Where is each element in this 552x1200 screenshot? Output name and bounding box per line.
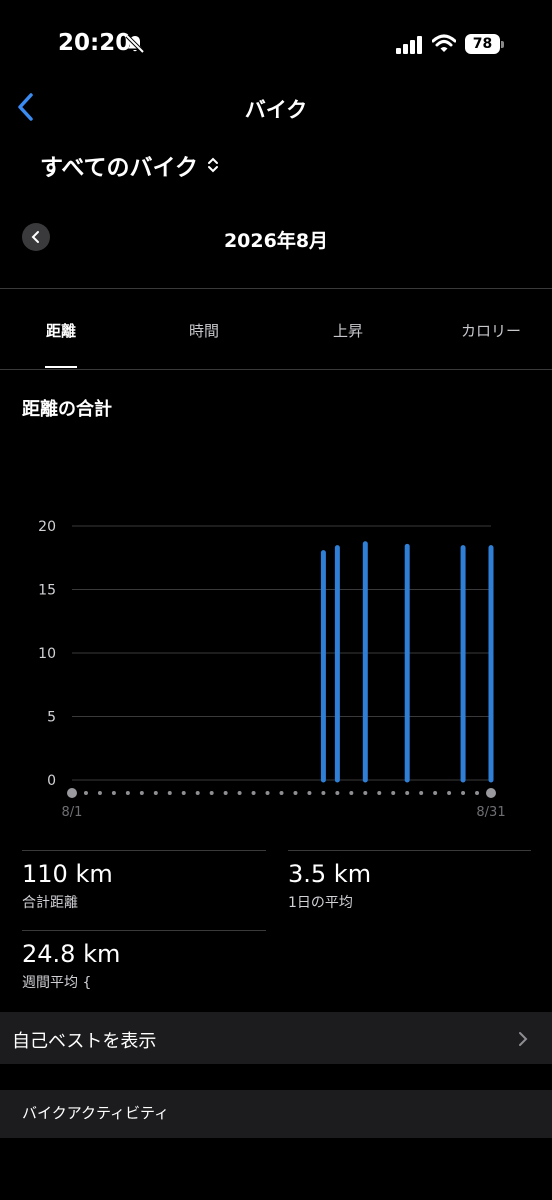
day-dot [447, 791, 452, 795]
bell-slash-icon [125, 34, 145, 54]
bike-activity-label: バイクアクティビティ [22, 1104, 170, 1122]
day-dot [391, 791, 396, 795]
battery-icon: 78 [465, 34, 505, 54]
day-dot [153, 791, 158, 795]
stat-divider [22, 930, 266, 931]
divider [0, 288, 552, 289]
battery-level: 78 [465, 34, 500, 54]
distance-chart: 0 5 10 15 20 8/1 8/31 [38, 519, 505, 820]
y-tick-label: 10 [38, 646, 56, 662]
bike-selector-label: すべてのバイク [40, 155, 199, 181]
stat-label: 合計距離 [22, 895, 78, 911]
month-navigator: 2026年8月 [0, 218, 552, 258]
day-dot [209, 791, 214, 795]
tab-indicator [45, 366, 77, 368]
status-time: 20:20 [58, 30, 132, 56]
battery-tip [501, 41, 504, 48]
day-dot [97, 791, 102, 795]
day-dot [181, 791, 186, 795]
tab-distance[interactable]: 距離 [1, 320, 121, 341]
day-dot [293, 791, 298, 795]
signal-icon [396, 36, 422, 54]
personal-best-row[interactable]: 自己ベストを表示 [0, 1012, 552, 1064]
stat-daily-average: 3.5 km 1日の平均 [288, 850, 531, 920]
day-dot [237, 791, 242, 795]
bike-selector[interactable]: すべてのバイク [40, 148, 220, 182]
day-dot [251, 791, 256, 795]
tab-elevation[interactable]: 上昇 [288, 320, 408, 341]
bike-activity-header: バイクアクティビティ [0, 1090, 552, 1138]
day-dot [486, 788, 496, 798]
stat-value: 3.5 km [288, 860, 372, 888]
stat-value: 110 km [22, 860, 113, 888]
day-dot [419, 791, 424, 795]
tab-calories[interactable]: カロリー [431, 320, 551, 341]
day-dot [195, 791, 200, 795]
page-title: バイク [244, 98, 308, 122]
day-dot [335, 791, 340, 795]
day-dot [461, 791, 466, 795]
day-dot [475, 791, 480, 795]
day-dot [265, 791, 270, 795]
tab-time[interactable]: 時間 [144, 320, 264, 341]
day-dot [405, 791, 410, 795]
day-dot [377, 791, 382, 795]
stat-divider [22, 850, 266, 851]
personal-best-label: 自己ベストを表示 [12, 1031, 157, 1052]
day-dot [307, 791, 312, 795]
section-title: 距離の合計 [22, 399, 112, 420]
chevron-right-icon [519, 1032, 528, 1046]
day-dot [223, 791, 228, 795]
stat-weekly-average: 24.8 km 週間平均 { [22, 930, 266, 1000]
day-dot [349, 791, 354, 795]
stat-value: 24.8 km [22, 940, 121, 968]
stat-label: 週間平均 { [22, 975, 92, 991]
day-dot [111, 791, 116, 795]
status-bar: 20:20 78 [0, 0, 552, 90]
y-tick-label: 0 [47, 773, 56, 789]
x-end-label: 8/31 [476, 805, 505, 820]
day-dot [67, 788, 77, 798]
stat-divider [288, 850, 531, 851]
day-dot [279, 791, 284, 795]
day-dot [83, 791, 88, 795]
y-tick-label: 15 [38, 583, 56, 599]
day-dot [363, 791, 368, 795]
stat-total-distance: 110 km 合計距離 [22, 850, 266, 920]
wifi-icon [432, 34, 456, 52]
x-start-label: 8/1 [62, 805, 83, 820]
day-dot [433, 791, 438, 795]
y-tick-label: 5 [47, 710, 56, 726]
day-dot [125, 791, 130, 795]
stat-label: 1日の平均 [288, 895, 353, 911]
y-tick-label: 20 [38, 519, 56, 535]
day-dot [139, 791, 144, 795]
month-title: 2026年8月 [223, 230, 329, 252]
up-down-chevron-icon [208, 157, 219, 173]
divider [0, 369, 552, 370]
day-dot [167, 791, 172, 795]
day-dot [321, 791, 326, 795]
metric-tabs: 距離 時間 上昇 カロリー [0, 298, 552, 368]
